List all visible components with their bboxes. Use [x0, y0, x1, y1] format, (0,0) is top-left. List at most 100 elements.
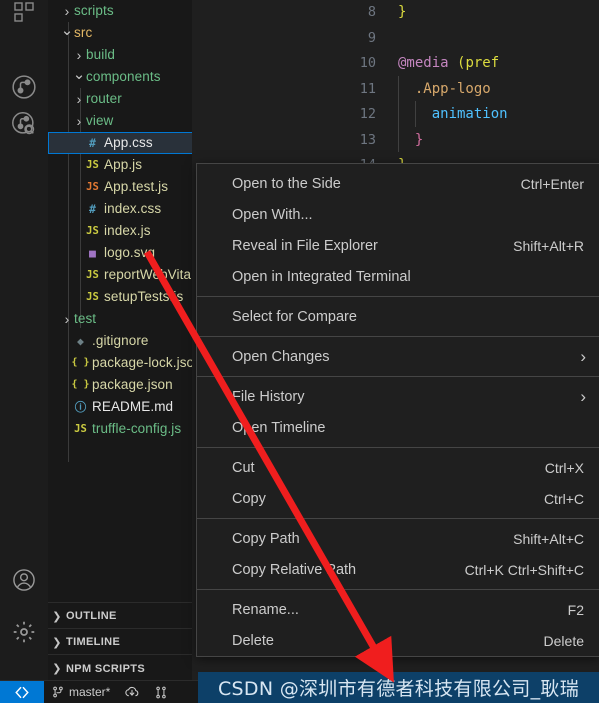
file-icon: { } — [71, 357, 90, 368]
file-icon: JS — [86, 181, 99, 193]
menu-item-label: Copy Relative Path — [232, 561, 357, 578]
npm-scripts-section[interactable]: ❯ NPM SCRIPTS — [48, 654, 192, 682]
menu-item-label: File History — [232, 388, 305, 405]
watermark-banner: CSDN @深圳市有德者科技有限公司_耿瑞 — [198, 672, 599, 703]
menu-file-history[interactable]: File History › — [197, 381, 599, 412]
status-source-control-icon[interactable] — [147, 681, 175, 703]
testing-icon[interactable] — [0, 100, 48, 148]
tree-item-label: components — [86, 69, 161, 84]
tree-item-build[interactable]: › build — [48, 44, 192, 66]
cloud-download-icon[interactable] — [117, 681, 147, 703]
chevron-right-icon: › — [76, 91, 82, 107]
menu-delete[interactable]: Delete Delete — [197, 625, 599, 656]
menu-copy[interactable]: Copy Ctrl+C — [197, 483, 599, 514]
tree-item-app-test-js[interactable]: JS App.test.js — [48, 176, 192, 198]
menu-item-shortcut: Delete — [543, 632, 584, 649]
tree-item-package-json[interactable]: { } package.json — [48, 374, 192, 396]
outline-section[interactable]: ❯ OUTLINE — [48, 602, 192, 629]
menu-select-for-compare[interactable]: Select for Compare — [197, 301, 599, 332]
tree-item--gitignore[interactable]: ◆ .gitignore — [48, 330, 192, 352]
status-branch-label: master* — [69, 685, 111, 699]
line-number: 9 — [367, 29, 376, 46]
status-branch[interactable]: master* — [44, 681, 117, 703]
file-icon: JS — [74, 423, 87, 435]
menu-open-to-the-side[interactable]: Open to the Side Ctrl+Enter — [197, 168, 599, 199]
tree-item-reportwebvitals-js[interactable]: JS reportWebVitals.js — [48, 264, 192, 286]
file-icon: JS — [86, 269, 99, 281]
menu-item-label: Copy — [232, 490, 266, 507]
chevron-right-icon: ❯ — [52, 636, 62, 649]
tree-item-label: README.md — [92, 399, 174, 414]
tree-item-label: index.js — [104, 223, 151, 238]
file-icon: ◆ — [77, 334, 84, 348]
tree-item-label: package.json — [92, 377, 173, 392]
tree-item-package-lock-json[interactable]: { } package-lock.json — [48, 352, 192, 374]
code-token: } — [398, 131, 424, 148]
tree-item-src[interactable]: ⌄ src — [48, 22, 192, 44]
chevron-right-icon: › — [64, 311, 70, 327]
tree-item-readme-md[interactable]: ⓘ README.md — [48, 396, 192, 418]
menu-open-changes[interactable]: Open Changes › — [197, 341, 599, 372]
gear-icon[interactable] — [0, 608, 48, 656]
menu-copy-path[interactable]: Copy Path Shift+Alt+C — [197, 523, 599, 554]
chevron-right-icon: › — [580, 386, 586, 406]
menu-open-timeline[interactable]: Open Timeline — [197, 412, 599, 443]
menu-cut[interactable]: Cut Ctrl+X — [197, 452, 599, 483]
menu-open-with[interactable]: Open With... — [197, 199, 599, 230]
menu-item-shortcut: Shift+Alt+C — [513, 530, 584, 547]
code-line: 13 } — [360, 128, 599, 154]
chevron-right-icon: › — [76, 47, 82, 63]
menu-item-label: Open to the Side — [232, 175, 341, 192]
tree-item-label: logo.svg — [104, 245, 156, 260]
file-icon: # — [89, 136, 96, 150]
menu-separator — [197, 518, 599, 519]
tree-item-label: build — [86, 47, 116, 62]
tree-item-app-css[interactable]: # App.css — [48, 132, 192, 154]
code-line: 10 @media (pref — [360, 51, 599, 77]
menu-open-in-integrated-terminal[interactable]: Open in Integrated Terminal — [197, 261, 599, 292]
chevron-right-icon: › — [580, 346, 586, 366]
account-icon[interactable] — [0, 556, 48, 604]
tree-item-view[interactable]: › view — [48, 110, 192, 132]
remote-window-icon[interactable] — [0, 681, 44, 703]
extensions-icon[interactable] — [0, 0, 48, 36]
timeline-section-label: TIMELINE — [66, 636, 121, 648]
tree-item-setuptests-js[interactable]: JS setupTests.js — [48, 286, 192, 308]
tree-item-label: reportWebVitals.js — [104, 267, 192, 282]
tree-item-index-js[interactable]: JS index.js — [48, 220, 192, 242]
chevron-right-icon: ❯ — [52, 663, 62, 675]
file-icon: ⓘ — [74, 400, 87, 414]
tree-item-components[interactable]: ⌄ components — [48, 65, 192, 88]
menu-item-label: Cut — [232, 459, 255, 476]
chevron-right-icon: › — [64, 3, 70, 19]
chevron-down-icon: ⌄ — [72, 65, 86, 83]
code-lines: 8} 9 10 @media (pref 11 .App-logo 12 animati… — [360, 0, 599, 179]
watermark-text: CSDN @深圳市有德者科技有限公司_耿瑞 — [217, 678, 579, 700]
tree-item-logo-svg[interactable]: ■ logo.svg — [48, 242, 192, 264]
menu-item-label: Reveal in File Explorer — [232, 237, 378, 254]
tree-item-app-js[interactable]: JS App.js — [48, 154, 192, 176]
line-number: 12 — [359, 106, 376, 122]
menu-rename[interactable]: Rename... F2 — [197, 594, 599, 625]
file-icon: JS — [86, 159, 99, 171]
npm-scripts-section-label: NPM SCRIPTS — [66, 662, 146, 675]
file-icon: JS — [86, 291, 99, 303]
file-context-menu[interactable]: Open to the Side Ctrl+Enter Open With... Re… — [196, 163, 599, 657]
menu-reveal-in-file-explorer[interactable]: Reveal in File Explorer Shift+Alt+R — [197, 230, 599, 261]
tree-item-scripts[interactable]: › scripts — [48, 0, 192, 22]
activity-bar — [0, 0, 48, 681]
tree-item-index-css[interactable]: # index.css — [48, 198, 192, 220]
tree-item-router[interactable]: › router — [48, 88, 192, 110]
file-icon: JS — [86, 225, 99, 237]
tree-item-label: setupTests.js — [104, 289, 184, 304]
indent-guide — [398, 76, 399, 152]
code-token: } — [398, 4, 407, 20]
tree-item-test[interactable]: › test — [48, 308, 192, 330]
menu-copy-relative-path[interactable]: Copy Relative Path Ctrl+K Ctrl+Shift+C — [197, 554, 599, 585]
code-line: 11 .App-logo — [360, 77, 599, 103]
tree-item-truffle-config-js[interactable]: JS truffle-config.js — [48, 418, 192, 440]
menu-separator — [197, 589, 599, 590]
timeline-section[interactable]: ❯ TIMELINE — [48, 628, 192, 655]
file-icon: # — [89, 202, 96, 216]
